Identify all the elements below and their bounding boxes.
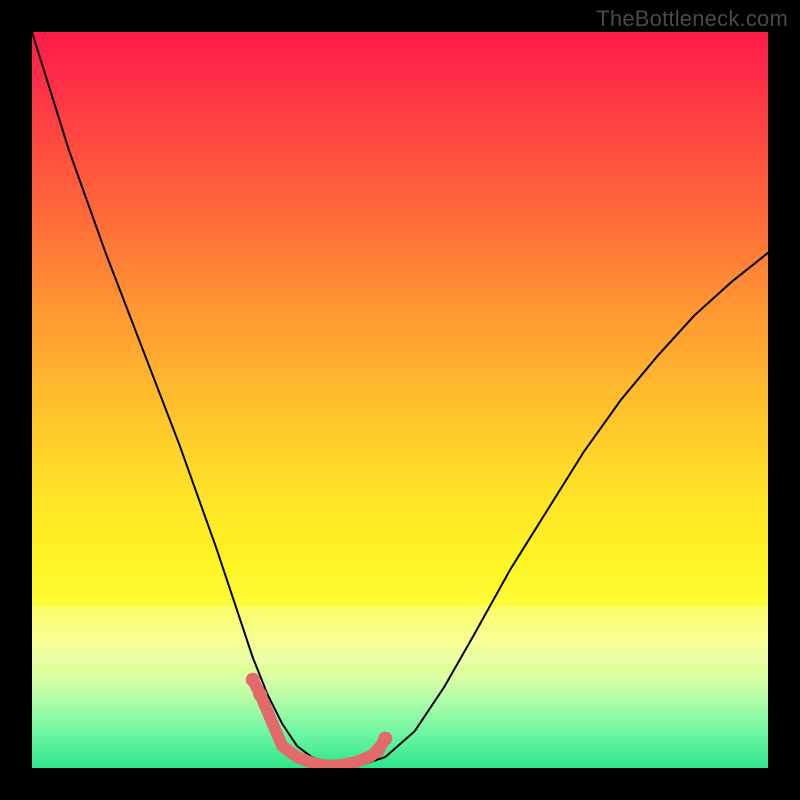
plot-area	[32, 32, 768, 768]
marker-dot	[253, 687, 267, 701]
watermark-text: TheBottleneck.com	[596, 6, 788, 32]
chart-frame: TheBottleneck.com	[0, 0, 800, 800]
marker-dot	[246, 673, 260, 687]
marker-path	[253, 680, 385, 766]
bottleneck-curve-path	[32, 32, 768, 766]
marker-dot	[378, 732, 392, 746]
bottleneck-curve-svg	[32, 32, 768, 768]
marker-dot	[371, 743, 385, 757]
marker-group	[246, 673, 392, 766]
